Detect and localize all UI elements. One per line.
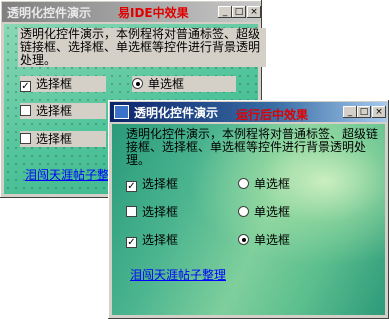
runtime-window-title: 透明化控件演示 bbox=[134, 106, 219, 120]
ide-window-titlebar[interactable]: 透明化控件演示 易IDE中效果 _ □ × bbox=[2, 2, 261, 22]
checkbox-label: 选择框 bbox=[142, 205, 179, 219]
ide-minimize-button[interactable]: _ bbox=[218, 6, 232, 18]
checkbox-label: 选择框 bbox=[142, 233, 179, 247]
radio-selected-icon bbox=[132, 78, 143, 89]
runtime-window: 透明化控件演示 运行后中效果 _ □ × 透明化控件演示，本例程将对普通标签、超… bbox=[108, 100, 389, 319]
ide-hyperlink[interactable]: 泪闯天涯帖子整理 bbox=[25, 166, 121, 183]
radio-label: 单选框 bbox=[254, 233, 291, 247]
runtime-window-titlebar[interactable]: 透明化控件演示 运行后中效果 _ □ × bbox=[110, 102, 387, 122]
checkbox-icon: ✓ bbox=[126, 181, 137, 192]
runtime-radio-2[interactable]: 单选框 bbox=[238, 204, 290, 220]
radio-selected-icon bbox=[238, 234, 249, 245]
runtime-checkbox-2[interactable]: 选择框 bbox=[126, 204, 178, 220]
runtime-description-label: 透明化控件演示，本例程将对普通标签、超级链接框、选择框、单选框等控件进行背景透明… bbox=[126, 127, 379, 167]
runtime-maximize-button[interactable]: □ bbox=[357, 106, 371, 118]
runtime-checkbox-3[interactable]: ✓ 选择框 bbox=[126, 232, 178, 248]
ide-description-label: 透明化控件演示，本例程将对普通标签、超级链接框、选择框、单选框等控件进行背景透明… bbox=[18, 28, 266, 67]
runtime-effect-label: 运行后中效果 bbox=[236, 108, 309, 122]
checkbox-icon bbox=[20, 105, 31, 116]
ide-maximize-button[interactable]: □ bbox=[232, 6, 246, 18]
checkbox-icon: ✓ bbox=[126, 237, 137, 248]
ide-window-title: 透明化控件演示 bbox=[7, 6, 92, 20]
runtime-checkbox-1[interactable]: ✓ 选择框 bbox=[126, 176, 178, 192]
checkbox-icon: ✓ bbox=[20, 81, 31, 92]
checkbox-label: 选择框 bbox=[142, 177, 179, 191]
runtime-radio-1[interactable]: 单选框 bbox=[238, 176, 290, 192]
ide-checkbox-1[interactable]: ✓ 选择框 bbox=[20, 76, 106, 92]
radio-icon bbox=[238, 206, 249, 217]
runtime-minimize-button[interactable]: _ bbox=[343, 106, 357, 118]
ide-checkbox-3[interactable]: 选择框 bbox=[20, 131, 106, 147]
runtime-radio-3[interactable]: 单选框 bbox=[238, 232, 290, 248]
radio-label: 单选框 bbox=[254, 205, 291, 219]
app-icon bbox=[114, 105, 129, 119]
checkbox-label: 选择框 bbox=[36, 104, 73, 118]
ide-close-button[interactable]: × bbox=[247, 6, 261, 18]
radio-icon bbox=[238, 178, 249, 189]
radio-label: 单选框 bbox=[148, 77, 185, 91]
checkbox-label: 选择框 bbox=[36, 132, 73, 146]
checkbox-label: 选择框 bbox=[36, 77, 73, 91]
ide-radio-1[interactable]: 单选框 bbox=[132, 76, 236, 92]
checkbox-icon bbox=[20, 133, 31, 144]
ide-effect-label: 易IDE中效果 bbox=[118, 6, 189, 20]
checkbox-icon bbox=[126, 206, 137, 217]
ide-checkbox-2[interactable]: 选择框 bbox=[20, 103, 106, 119]
radio-label: 单选框 bbox=[254, 177, 291, 191]
runtime-hyperlink[interactable]: 泪闯天涯帖子整理 bbox=[130, 266, 226, 283]
runtime-close-button[interactable]: × bbox=[372, 106, 386, 118]
